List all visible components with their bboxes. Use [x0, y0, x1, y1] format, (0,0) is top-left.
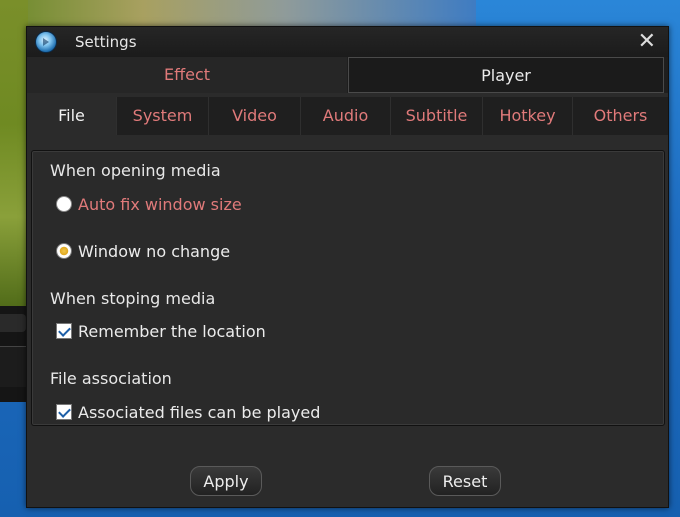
background-app-controls: [0, 306, 28, 402]
apply-button[interactable]: Apply: [190, 466, 262, 496]
close-button[interactable]: ✕: [638, 29, 656, 55]
radio-unselected-icon: [56, 196, 72, 212]
background-control-1: [0, 314, 26, 332]
opening-media-heading: When opening media: [50, 161, 221, 180]
tab-player[interactable]: Player: [348, 57, 664, 93]
associate-files-label: Associated files can be played: [78, 403, 321, 422]
tab-others[interactable]: Others: [573, 97, 668, 135]
app-logo-icon: [35, 31, 57, 53]
tab-system[interactable]: System: [117, 97, 209, 135]
title-bar[interactable]: Settings ✕: [27, 27, 668, 57]
settings-window: Settings ✕ Effect Player File System Vid…: [26, 26, 669, 508]
stopping-media-heading: When stoping media: [50, 289, 216, 308]
remember-location-label: Remember the location: [78, 322, 266, 341]
file-association-heading: File association: [50, 369, 172, 388]
checkbox-checked-icon: [56, 323, 72, 339]
tab-hotkey[interactable]: Hotkey: [483, 97, 573, 135]
window-title: Settings: [75, 33, 137, 51]
checkbox-checked-icon: [56, 404, 72, 420]
radio-selected-icon: [56, 243, 72, 259]
background-app-window: [0, 0, 476, 26]
window-no-change-label: Window no change: [78, 242, 231, 261]
tab-subtitle[interactable]: Subtitle: [391, 97, 483, 135]
tab-file[interactable]: File: [27, 97, 117, 135]
top-tab-bar: Effect Player: [27, 57, 668, 93]
tab-audio[interactable]: Audio: [301, 97, 391, 135]
auto-fix-window-label: Auto fix window size: [78, 195, 242, 214]
background-app-video: [0, 0, 28, 310]
file-settings-panel: When opening media Auto fix window size …: [31, 150, 665, 426]
background-control-2: [0, 346, 26, 387]
tab-effect[interactable]: Effect: [27, 57, 347, 93]
reset-button[interactable]: Reset: [429, 466, 501, 496]
sub-tab-bar: File System Video Audio Subtitle Hotkey …: [27, 97, 668, 135]
tab-video[interactable]: Video: [209, 97, 301, 135]
